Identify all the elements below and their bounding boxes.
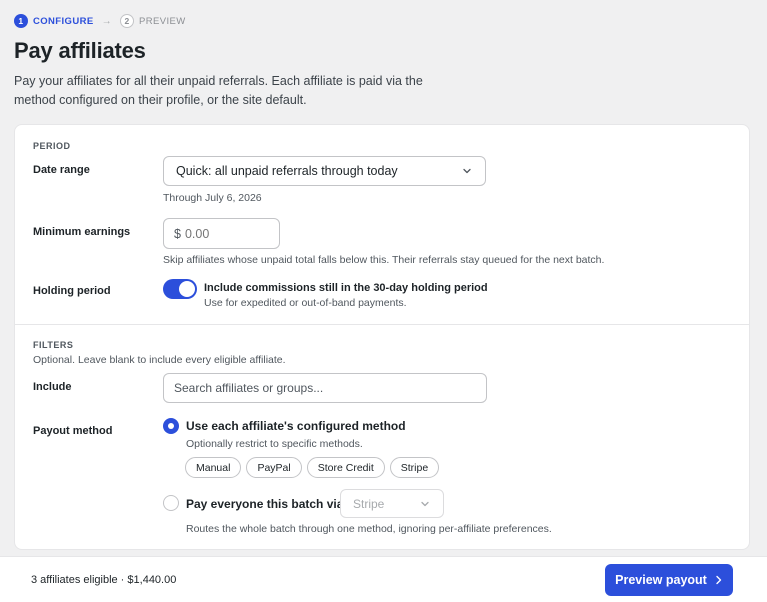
batch-method-hint: Routes the whole batch through one metho… [186, 523, 552, 535]
minimum-earnings-hint: Skip affiliates whose unpaid total falls… [163, 254, 605, 266]
holding-period-toggle[interactable] [163, 279, 197, 299]
filters-heading: FILTERS [33, 340, 74, 350]
minimum-earnings-field[interactable]: $ [163, 218, 280, 249]
chip-stripe[interactable]: Stripe [389, 457, 440, 478]
include-search-input[interactable] [163, 373, 487, 403]
holding-period-label: Holding period [33, 285, 111, 297]
configured-method-title: Use each affiliate's configured method [186, 419, 406, 433]
step-configure[interactable]: 1 CONFIGURE [14, 14, 94, 28]
step-label: PREVIEW [139, 15, 186, 27]
date-range-select[interactable]: Quick: all unpaid referrals through toda… [163, 156, 486, 186]
payout-method-label: Payout method [33, 425, 113, 437]
chip-paypal[interactable]: PayPal [246, 457, 302, 478]
include-label: Include [33, 381, 72, 393]
batch-method-radio[interactable] [163, 495, 179, 511]
step-preview[interactable]: 2 PREVIEW [120, 14, 186, 28]
holding-period-title: Include commissions still in the 30-day … [204, 282, 488, 294]
settings-card: PERIOD Date range Quick: all unpaid refe… [14, 124, 750, 550]
period-heading: PERIOD [33, 141, 71, 151]
eligible-summary: 3 affiliates eligible · $1,440.00 [31, 574, 177, 586]
page-description: Pay your affiliates for all their unpaid… [14, 74, 423, 107]
date-range-hint: Through July 6, 2026 [163, 192, 262, 204]
chevron-down-icon [421, 501, 429, 506]
chevron-right-icon [716, 575, 722, 585]
preview-payout-label: Preview payout [615, 573, 707, 587]
page-title: Pay affiliates [14, 38, 146, 63]
step-label: CONFIGURE [33, 15, 94, 27]
toggle-knob [179, 281, 195, 297]
currency-symbol: $ [174, 226, 181, 241]
date-range-value: Quick: all unpaid referrals through toda… [176, 164, 398, 178]
section-divider [15, 324, 749, 325]
filters-description: Optional. Leave blank to include every e… [33, 354, 286, 366]
footer-bar: 3 affiliates eligible · $1,440.00 Previe… [0, 556, 767, 602]
configured-method-radio[interactable] [163, 418, 179, 434]
chip-manual[interactable]: Manual [185, 457, 242, 478]
date-range-label: Date range [33, 164, 90, 176]
minimum-earnings-input[interactable] [184, 226, 265, 241]
batch-method-title: Pay everyone this batch via [186, 497, 344, 511]
configured-method-subtitle: Optionally restrict to specific methods. [186, 438, 363, 450]
stepper: 1 CONFIGURE → 2 PREVIEW [14, 14, 186, 28]
arrow-right-icon: → [101, 15, 113, 27]
batch-method-select[interactable]: Stripe [340, 489, 444, 518]
batch-method-value: Stripe [353, 496, 385, 511]
step-number: 2 [120, 14, 135, 28]
step-number: 1 [14, 14, 28, 28]
preview-payout-button[interactable]: Preview payout [605, 564, 733, 596]
holding-period-subtitle: Use for expedited or out-of-band payment… [204, 297, 407, 309]
chip-store-credit[interactable]: Store Credit [306, 457, 385, 478]
chevron-down-icon [463, 168, 471, 174]
minimum-earnings-label: Minimum earnings [33, 226, 131, 238]
method-chips: Manual PayPal Store Credit Stripe [185, 457, 440, 478]
